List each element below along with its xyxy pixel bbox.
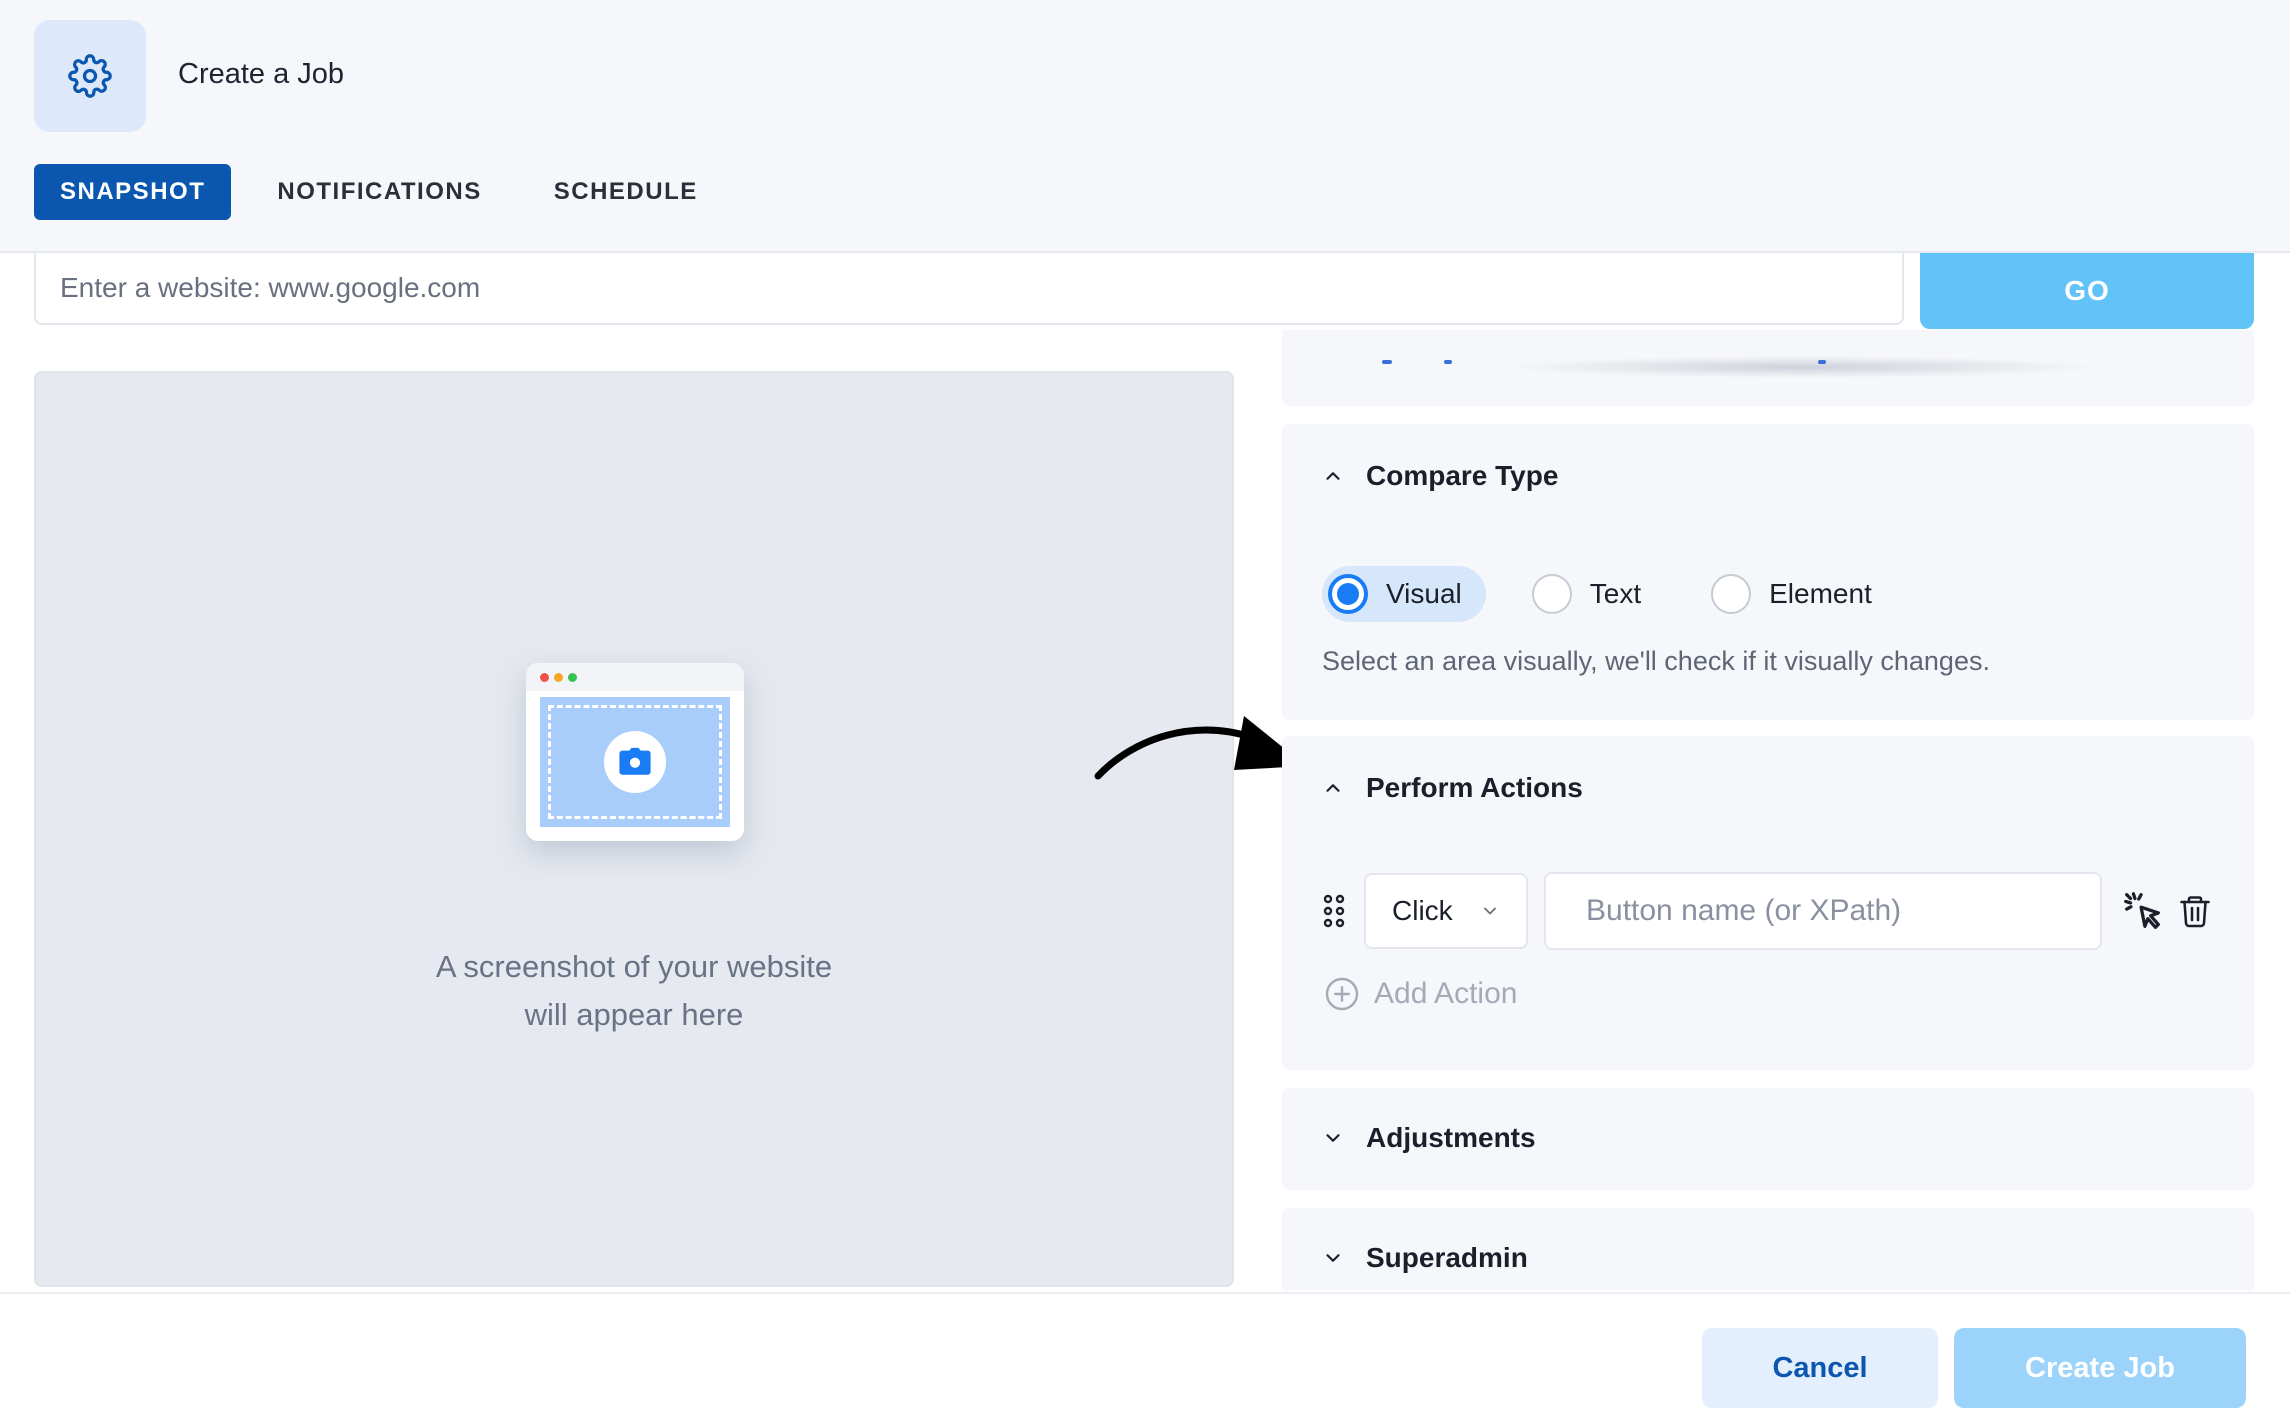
- radio-text[interactable]: Text: [1526, 566, 1665, 622]
- job-settings-panel: Compare Type Visual Text Element Select …: [1282, 330, 2254, 1290]
- adjustments-section: Adjustments: [1282, 1088, 2254, 1190]
- chevron-up-icon: [1326, 784, 1340, 792]
- superadmin-section: Superadmin: [1282, 1208, 2254, 1290]
- compare-type-header[interactable]: Compare Type: [1322, 460, 1558, 492]
- radio-button: [1328, 574, 1368, 614]
- camera-icon: [604, 731, 666, 793]
- go-button[interactable]: GO: [1920, 253, 2254, 329]
- adjustments-title: Adjustments: [1366, 1122, 1536, 1153]
- create-job-button[interactable]: Create Job: [1954, 1328, 2246, 1408]
- perform-actions-section: Perform Actions Click Button name (or XP…: [1282, 736, 2254, 1070]
- action-target-input[interactable]: [1544, 872, 2102, 950]
- superadmin-header[interactable]: Superadmin: [1322, 1242, 1528, 1274]
- radio-element[interactable]: Element: [1705, 566, 1896, 622]
- radio-label: Visual: [1386, 578, 1462, 609]
- capture-area: [540, 697, 730, 827]
- page-title: Create a Job: [178, 58, 345, 90]
- stub-mark: [1444, 360, 1452, 364]
- perform-actions-title: Perform Actions: [1366, 772, 1583, 803]
- tab-snapshot[interactable]: SNAPSHOT: [34, 164, 232, 220]
- chevron-down-icon: [1326, 1254, 1340, 1262]
- add-action-button[interactable]: Add Action: [1324, 976, 1517, 1012]
- compare-type-options: Visual Text Element: [1322, 566, 1896, 622]
- radio-button: [1531, 574, 1572, 614]
- compare-type-title: Compare Type: [1366, 460, 1559, 491]
- action-type-select[interactable]: Click: [1364, 873, 1528, 949]
- window-dots: [540, 673, 577, 682]
- preview-caption-line-2: will appear here: [524, 997, 744, 1032]
- tab-schedule[interactable]: SCHEDULE: [528, 164, 724, 220]
- drag-handle-icon[interactable]: [1322, 893, 1346, 929]
- stub-shadow: [1502, 356, 2102, 378]
- stub-mark: [1818, 360, 1826, 364]
- action-row: Click: [1322, 872, 2218, 950]
- trash-icon: [2180, 896, 2210, 928]
- perform-actions-header[interactable]: Perform Actions: [1322, 772, 1583, 804]
- app-icon-box: [34, 20, 146, 132]
- plus-circle-icon: [1325, 977, 1359, 1011]
- gear-icon: [68, 54, 112, 98]
- add-action-label: Add Action: [1374, 977, 1518, 1010]
- radio-label: Element: [1769, 578, 1872, 609]
- preview-caption-line-1: A screenshot of your website: [435, 949, 833, 984]
- action-type-value: Click: [1392, 895, 1453, 926]
- radio-label: Text: [1589, 578, 1642, 609]
- element-picker-button[interactable]: [2120, 888, 2166, 934]
- radio-button: [1711, 574, 1752, 614]
- delete-action-button[interactable]: [2172, 888, 2218, 934]
- tab-bar: SNAPSHOT NOTIFICATIONS SCHEDULE: [34, 164, 744, 220]
- chevron-up-icon: [1326, 472, 1340, 480]
- previous-section-stub: [1282, 330, 2254, 406]
- radio-visual[interactable]: Visual: [1322, 566, 1486, 622]
- cursor-select-icon: [2124, 892, 2160, 929]
- chevron-down-icon: [1484, 907, 1496, 915]
- pointer-arrow-icon: [1094, 716, 1306, 780]
- compare-type-hint: Select an area visually, we'll check if …: [1322, 646, 1990, 676]
- compare-type-section: Compare Type Visual Text Element Select …: [1282, 424, 2254, 720]
- chevron-down-icon: [1326, 1134, 1340, 1142]
- cancel-button[interactable]: Cancel: [1702, 1328, 1938, 1408]
- adjustments-header[interactable]: Adjustments: [1322, 1122, 1536, 1154]
- tab-notifications[interactable]: NOTIFICATIONS: [251, 164, 507, 220]
- preview-caption: A screenshot of your website will appear…: [36, 943, 1232, 1039]
- website-url-input[interactable]: [34, 253, 1904, 325]
- page-header: Create a Job SNAPSHOT NOTIFICATIONS SCHE…: [0, 0, 2290, 253]
- dialog-footer: Cancel Create Job: [0, 1292, 2290, 1428]
- stub-mark: [1382, 360, 1392, 364]
- superadmin-title: Superadmin: [1366, 1242, 1528, 1273]
- browser-illustration: [526, 663, 744, 841]
- screenshot-preview-pane: A screenshot of your website will appear…: [34, 371, 1234, 1287]
